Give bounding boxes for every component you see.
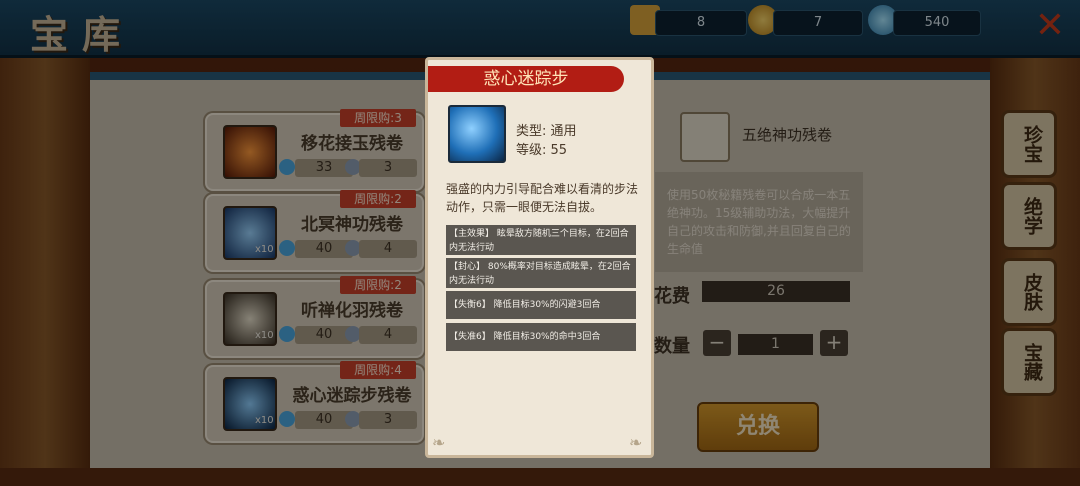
- skill-info-popup: 惑心迷踪步 类型: 通用 等级: 55 强盛的内力引导配合难以看清的步法动作，只…: [425, 57, 654, 458]
- effect-row: 【失衡6】 降低目标30%的闪避3回合: [446, 291, 636, 319]
- corner-ornament-icon: ❧: [629, 433, 643, 452]
- skill-icon: [448, 105, 506, 163]
- effect-row: 【封心】 80%概率对目标造成眩晕，在2回合内无法行动: [446, 258, 636, 288]
- effect-row: 【主效果】 眩晕敌方随机三个目标，在2回合内无法行动: [446, 225, 636, 255]
- corner-ornament-icon: ❧: [432, 433, 446, 452]
- skill-type: 类型: 通用: [516, 124, 577, 139]
- skill-description: 强盛的内力引导配合难以看清的步法动作，只需一眼便无法自拔。: [446, 182, 639, 214]
- skill-level: 等级: 55: [516, 143, 568, 158]
- popup-title: 惑心迷踪步: [428, 66, 624, 92]
- effect-row: 【失准6】 降低目标30%的命中3回合: [446, 323, 636, 351]
